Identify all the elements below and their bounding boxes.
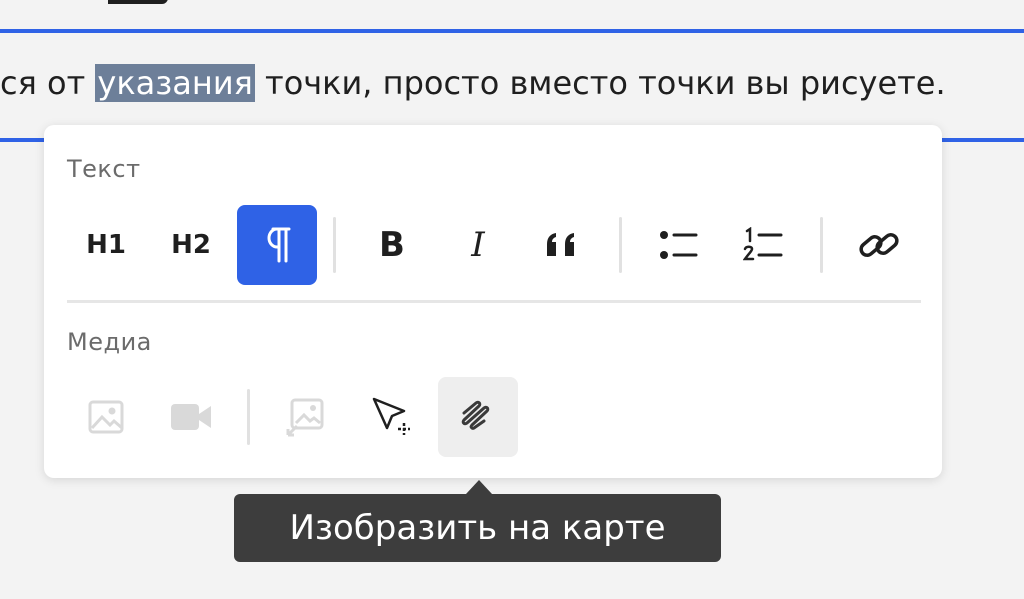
bold-button[interactable]: B xyxy=(352,205,432,285)
bullet-list-button[interactable] xyxy=(639,205,719,285)
quote-button[interactable] xyxy=(523,205,603,285)
h2-label: H2 xyxy=(171,230,211,260)
h1-label: H1 xyxy=(86,230,126,260)
tooltip-arrow xyxy=(466,480,492,494)
bullet-list-icon xyxy=(660,231,698,259)
section-divider xyxy=(67,300,921,303)
toolbar-divider xyxy=(820,217,823,273)
numbered-list-icon xyxy=(743,227,783,261)
tooltip-label: Изобразить на карте xyxy=(289,508,666,548)
paragraph-text[interactable]: ся от указания точки, просто вместо точк… xyxy=(0,58,946,108)
media-section-title: Медиа xyxy=(67,328,152,356)
text-after-selection: точки, просто вместо точки вы рисуете. xyxy=(254,64,946,102)
toolbar-divider xyxy=(333,217,336,273)
pilcrow-icon xyxy=(267,227,291,263)
image-pointer-icon xyxy=(286,398,324,437)
video-camera-icon xyxy=(171,404,211,430)
draw-line-icon xyxy=(461,400,490,430)
selected-text[interactable]: указания xyxy=(95,64,255,102)
paragraph-button[interactable] xyxy=(237,205,317,285)
image-on-map-button[interactable] xyxy=(266,377,346,457)
heading-2-button[interactable]: H2 xyxy=(151,205,231,285)
cursor-plus-icon xyxy=(372,397,410,435)
draw-on-map-button[interactable] xyxy=(438,377,518,457)
heading-1-button[interactable]: H1 xyxy=(66,205,146,285)
link-button[interactable] xyxy=(839,205,919,285)
toolbar-divider xyxy=(619,217,622,273)
numbered-list-button[interactable] xyxy=(724,205,804,285)
image-icon xyxy=(88,400,124,434)
text-section-title: Текст xyxy=(67,155,141,183)
bold-label: B xyxy=(379,225,405,265)
toolbar-divider xyxy=(247,389,250,445)
formatting-toolbar: Текст H1 H2 B I Медиа xyxy=(44,125,942,478)
text-before-selection: ся от xyxy=(0,64,96,102)
heading-fragment xyxy=(108,0,168,4)
insert-video-button[interactable] xyxy=(151,377,231,457)
italic-label: I xyxy=(471,225,485,265)
tooltip: Изобразить на карте xyxy=(234,494,721,562)
quote-icon xyxy=(547,233,574,256)
insert-image-button[interactable] xyxy=(66,377,146,457)
link-icon xyxy=(859,233,899,257)
italic-button[interactable]: I xyxy=(438,205,518,285)
point-on-map-button[interactable] xyxy=(352,377,432,457)
block-border-top xyxy=(0,29,1024,33)
